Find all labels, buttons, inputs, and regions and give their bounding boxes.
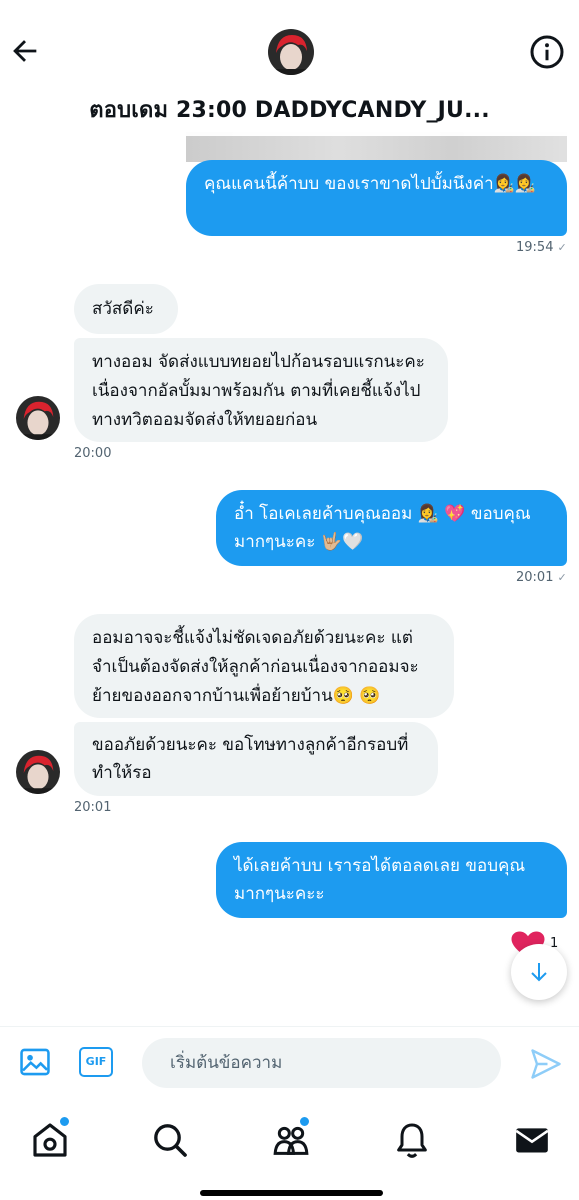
conversation-info-button[interactable] bbox=[529, 34, 565, 70]
message-timestamp: 19:54 ✓ bbox=[516, 240, 567, 255]
message-bubble-incoming[interactable]: ออมอาจจะชี้แจ้งไม่ชัดเจดอภัยด้วยนะคะ แต่… bbox=[74, 614, 454, 718]
message-bubble-outgoing[interactable]: คุณแคนนี้ค้าบบ ของเราขาดไปบั้มนึงค่า👩‍🎨👩… bbox=[186, 160, 567, 236]
message-text: ขออภัยด้วยนะคะ ขอโทษทางลูกค้าอีกรอบที่ทำ… bbox=[92, 735, 409, 783]
notification-dot bbox=[59, 1116, 70, 1127]
send-icon bbox=[531, 1049, 561, 1079]
mail-icon bbox=[515, 1128, 549, 1153]
bell-icon bbox=[397, 1123, 427, 1158]
message-bubble-outgoing[interactable]: อ๋ำ โอเคเลยค้าบคุณออม 👩‍🎨 💖 ขอบคุณมากๆนะ… bbox=[216, 490, 567, 566]
message-text: อ๋ำ โอเคเลยค้าบคุณออม 👩‍🎨 💖 ขอบคุณมากๆนะ… bbox=[234, 504, 531, 552]
avatar[interactable] bbox=[16, 396, 60, 440]
message-timestamp: 20:01 ✓ bbox=[516, 570, 567, 585]
message-text: ออมอาจจะชี้แจ้งไม่ชัดเจดอภัยด้วยนะคะ แต่… bbox=[92, 628, 419, 706]
info-icon bbox=[530, 35, 564, 69]
avatar[interactable] bbox=[268, 29, 314, 75]
gif-label: GIF bbox=[85, 1055, 107, 1068]
conversation-header: ตอบเดม 23:00 DADDYCANDY_JU... bbox=[0, 0, 579, 136]
nav-search[interactable] bbox=[150, 1120, 190, 1160]
message-timestamp: 20:00 bbox=[74, 446, 111, 461]
sent-check-icon: ✓ bbox=[557, 571, 567, 584]
avatar[interactable] bbox=[16, 750, 60, 794]
search-icon bbox=[154, 1124, 187, 1157]
timestamp-text: 20:01 bbox=[74, 800, 112, 815]
message-bubble-incoming[interactable]: ขออภัยด้วยนะคะ ขอโทษทางลูกค้าอีกรอบที่ทำ… bbox=[74, 722, 438, 796]
notification-dot bbox=[299, 1116, 310, 1127]
message-bubble-incoming[interactable]: สวัสดีค่ะ bbox=[74, 284, 178, 334]
nav-notifications[interactable] bbox=[392, 1120, 432, 1160]
message-bubble-incoming[interactable]: ทางออม จัดส่งแบบทยอยไปก้อนรอบแรกนะคะ เนื… bbox=[74, 338, 448, 442]
message-timestamp: 20:01 bbox=[74, 800, 111, 815]
message-input-placeholder: เริ่มต้นข้อความ bbox=[170, 1053, 283, 1073]
timestamp-text: 19:54 bbox=[516, 240, 554, 255]
message-input[interactable]: เริ่มต้นข้อความ bbox=[142, 1038, 501, 1088]
gif-button[interactable]: GIF bbox=[79, 1047, 113, 1077]
sent-check-icon: ✓ bbox=[557, 241, 567, 254]
message-text: คุณแคนนี้ค้าบบ ของเราขาดไปบั้มนึงค่า👩‍🎨👩… bbox=[204, 174, 536, 194]
arrow-left-icon bbox=[13, 40, 37, 62]
timestamp-text: 20:00 bbox=[74, 446, 112, 461]
conversation-title: ตอบเดม 23:00 DADDYCANDY_JU... bbox=[89, 98, 490, 123]
media-button[interactable] bbox=[18, 1045, 52, 1079]
timestamp-text: 20:01 bbox=[516, 570, 554, 585]
message-text: สวัสดีค่ะ bbox=[92, 299, 154, 319]
arrow-down-icon bbox=[531, 963, 547, 982]
message-bubble-outgoing[interactable]: ได้เลยค้าบบ เรารอได้ตอลดเลย ขอบคุณมากๆนะ… bbox=[216, 842, 567, 918]
message-text: ได้เลยค้าบบ เรารอได้ตอลดเลย ขอบคุณมากๆนะ… bbox=[234, 856, 526, 904]
message-text: ทางออม จัดส่งแบบทยอยไปก้อนรอบแรกนะคะ เนื… bbox=[92, 352, 425, 430]
home-indicator bbox=[200, 1190, 383, 1196]
shared-image-preview[interactable] bbox=[186, 132, 567, 162]
send-button[interactable] bbox=[528, 1046, 564, 1082]
composer-divider bbox=[0, 1026, 579, 1027]
back-button[interactable] bbox=[8, 34, 42, 68]
scroll-to-bottom-button[interactable] bbox=[511, 944, 567, 1000]
image-icon bbox=[20, 1048, 50, 1076]
nav-messages[interactable] bbox=[512, 1120, 552, 1160]
